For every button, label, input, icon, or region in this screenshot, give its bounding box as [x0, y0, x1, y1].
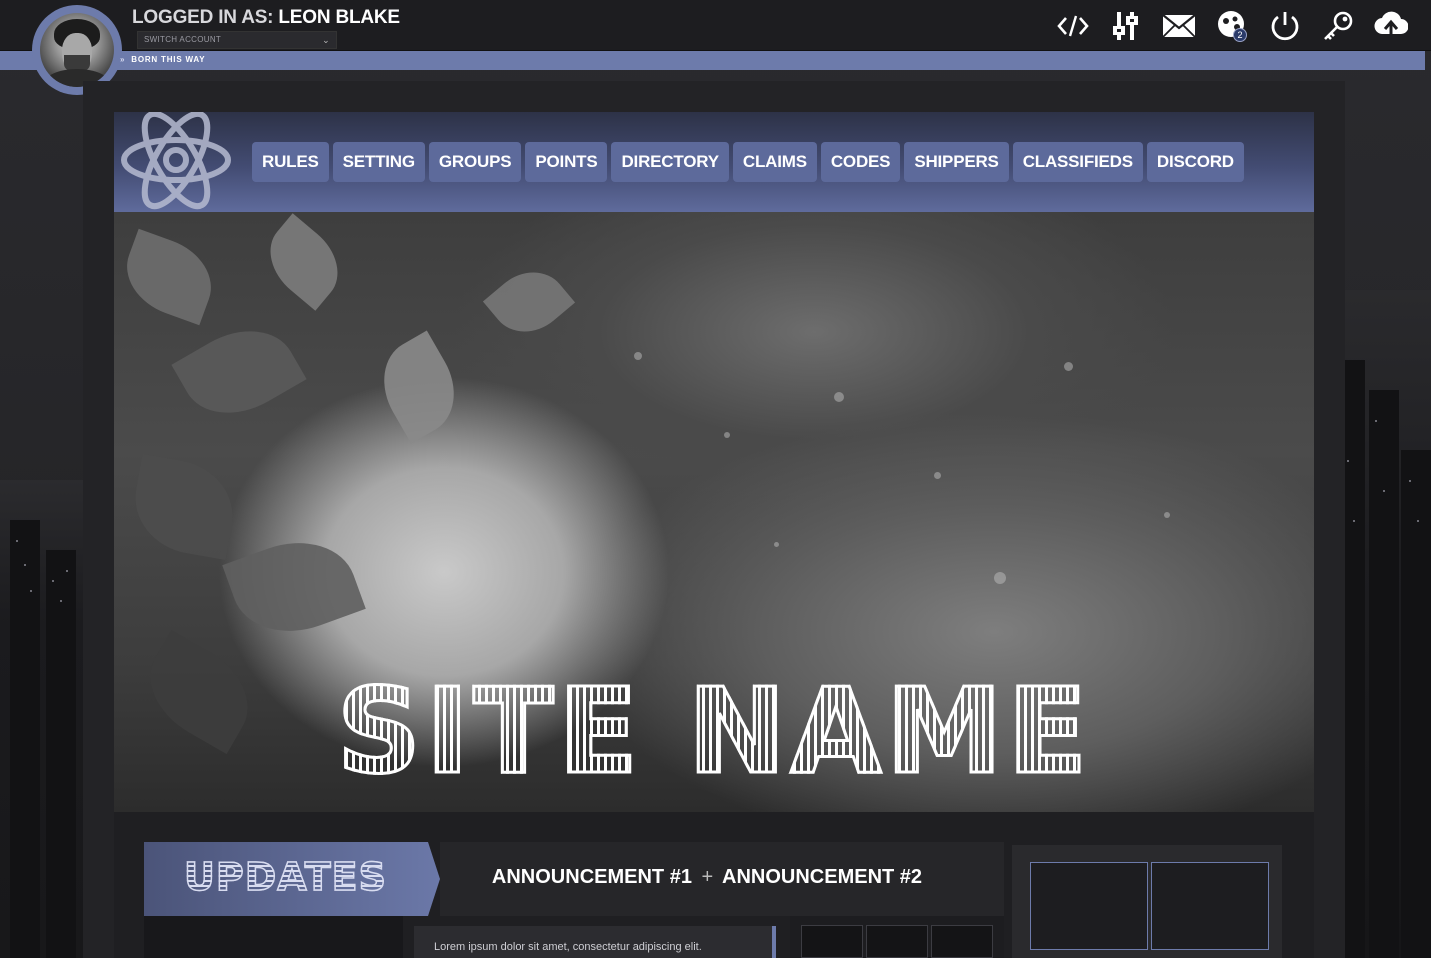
grid-cell-1[interactable]	[1030, 862, 1148, 950]
mini-cell-1[interactable]	[801, 925, 863, 958]
key-icon[interactable]	[1320, 8, 1356, 44]
bullet-icon: »	[120, 55, 126, 64]
nav-item-setting[interactable]: SETTING	[332, 142, 425, 182]
announcement-text-box: Lorem ipsum dolor sit amet, consectetur …	[414, 926, 776, 958]
main-nav: RULES SETTING GROUPS POINTS DIRECTORY CL…	[252, 142, 1244, 182]
avatar[interactable]	[40, 13, 114, 87]
nav-item-classifieds[interactable]: CLASSIFIEDS	[1012, 142, 1143, 182]
code-icon[interactable]	[1055, 8, 1091, 44]
nav-item-discord[interactable]: DISCORD	[1146, 142, 1244, 182]
user-motto: » BORN THIS WAY	[120, 55, 206, 64]
alerts-badge: 2	[1233, 28, 1247, 42]
updates-title: UPDATES	[183, 854, 387, 900]
alerts-icon[interactable]: 2	[1214, 8, 1250, 44]
announcement-body: Lorem ipsum dolor sit amet, consectetur …	[434, 941, 702, 953]
mini-cell-2[interactable]	[866, 925, 928, 958]
hero-banner: SITE NAME	[114, 212, 1314, 812]
atom-logo-icon[interactable]	[121, 110, 237, 212]
switch-account-label: SWITCH ACCOUNT	[144, 35, 222, 44]
switch-account-select[interactable]: SWITCH ACCOUNT ⌄	[137, 31, 337, 49]
announcement-separator: +	[701, 866, 714, 888]
mini-cell-3[interactable]	[931, 925, 993, 958]
nav-item-claims[interactable]: CLAIMS	[732, 142, 817, 182]
announcement-1-link[interactable]: ANNOUNCEMENT #1	[492, 866, 692, 888]
nav-item-directory[interactable]: DIRECTORY	[611, 142, 729, 182]
updates-sidebar	[144, 916, 403, 958]
nav-item-rules[interactable]: RULES	[252, 142, 329, 182]
nav-item-groups[interactable]: GROUPS	[428, 142, 522, 182]
upload-icon[interactable]	[1373, 8, 1409, 44]
logged-in-prefix: LOGGED IN AS:	[132, 7, 274, 28]
site-name: SITE NAME	[114, 661, 1314, 802]
grid-cell-2[interactable]	[1151, 862, 1269, 950]
nav-item-codes[interactable]: CODES	[820, 142, 901, 182]
controls-icon[interactable]	[1108, 8, 1144, 44]
logged-in-label: LOGGED IN AS: LEON BLAKE	[132, 7, 400, 29]
city-skyline-left	[0, 480, 84, 958]
nav-item-points[interactable]: POINTS	[525, 142, 608, 182]
toolbar-icons: 2	[1055, 8, 1409, 44]
mail-icon[interactable]	[1161, 8, 1197, 44]
chevron-down-icon: ⌄	[322, 35, 330, 45]
announcement-2-link[interactable]: ANNOUNCEMENT #2	[722, 866, 922, 888]
user-name[interactable]: LEON BLAKE	[278, 7, 400, 28]
power-icon[interactable]	[1267, 8, 1303, 44]
nav-item-shippers[interactable]: SHIPPERS	[904, 142, 1009, 182]
sub-bar	[0, 51, 1425, 70]
announcement-links: ANNOUNCEMENT #1 + ANNOUNCEMENT #2	[440, 866, 1054, 889]
